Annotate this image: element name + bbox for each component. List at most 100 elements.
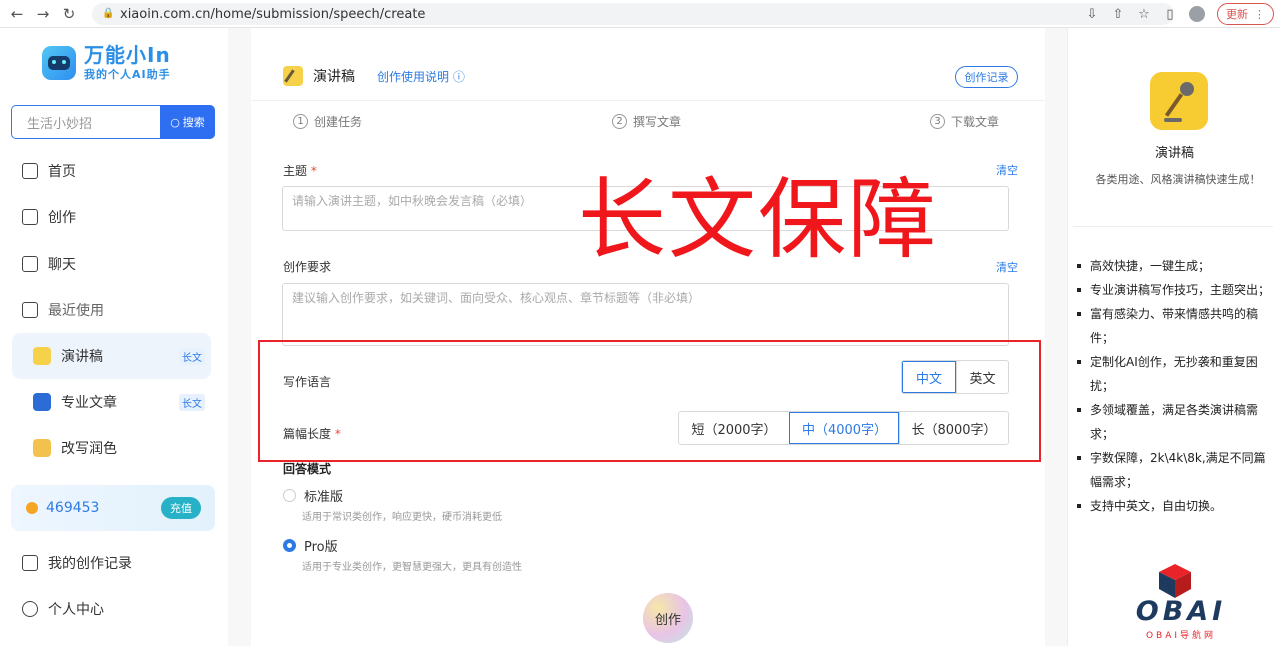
recent-item-speech[interactable]: 演讲稿 长文 <box>12 333 211 379</box>
long-text-badge: 长文 <box>179 347 205 365</box>
recharge-button[interactable]: 充值 <box>161 497 201 519</box>
main-area: 演讲稿 创作使用说明 ⓘ 创作记录 1 创建任务 2 撰写文章 3 下载文章 主… <box>228 28 1067 646</box>
info-subtitle: 各类用途、风格演讲稿快速生成！ <box>1095 173 1261 186</box>
install-icon[interactable]: ⇩ <box>1085 7 1099 22</box>
feature-list: 高效快捷，一键生成； 专业演讲稿写作技巧，主题突出； 富有感染力、带来情感共鸣的… <box>1076 254 1272 518</box>
recent-item-rewrite[interactable]: 改写润色 <box>12 425 211 471</box>
step-label: 创建任务 <box>314 115 363 129</box>
info-title: 演讲稿 <box>1154 146 1194 161</box>
mode-standard[interactable]: 标准版 <box>283 486 343 505</box>
obai-logo: OBAI OBAI导航网 <box>1126 562 1236 642</box>
mode-standard-desc: 适用于常识类创作，响应更快，硬币消耗更低 <box>302 512 502 523</box>
radio-pro[interactable] <box>283 539 296 552</box>
logo[interactable]: 万能小In 我的个人AI助手 <box>42 44 171 82</box>
brush-icon <box>33 439 51 457</box>
sidebar-item-label: 聊天 <box>48 257 76 273</box>
mode-title: 回答模式 <box>283 462 332 476</box>
forward-icon[interactable]: → <box>30 1 56 27</box>
menu-dots-icon: ⋮ <box>1254 7 1265 21</box>
step-number: 3 <box>930 114 945 129</box>
coin-balance: 469453 充值 <box>11 485 215 531</box>
sidebar-item-records[interactable]: 我的创作记录 <box>22 553 132 573</box>
records-icon <box>22 555 38 571</box>
coin-count: 469453 <box>46 500 100 516</box>
reload-icon[interactable]: ↻ <box>56 1 82 27</box>
chat-icon <box>22 256 38 272</box>
search-button-label: 搜索 <box>182 116 205 129</box>
help-link[interactable]: 创作使用说明 ⓘ <box>377 68 465 85</box>
sidebar-item-home[interactable]: 首页 <box>22 161 76 181</box>
radio-standard[interactable] <box>283 489 296 502</box>
address-bar[interactable]: 🔒 xiaoin.com.cn/home/submission/speech/c… <box>92 3 1174 25</box>
create-form-panel: 演讲稿 创作使用说明 ⓘ 创作记录 1 创建任务 2 撰写文章 3 下载文章 主… <box>251 28 1045 646</box>
create-button[interactable]: 创作 <box>643 593 693 643</box>
update-label: 更新 <box>1226 8 1248 21</box>
sidebar-item-label: 个人中心 <box>48 602 104 618</box>
microphone-icon <box>33 347 51 365</box>
profile-avatar[interactable] <box>1189 6 1205 22</box>
coin-icon <box>26 502 38 514</box>
highlight-frame <box>258 340 1041 462</box>
star-icon[interactable]: ☆ <box>1137 7 1151 22</box>
sidebar-item-label: 创作 <box>48 210 76 226</box>
long-text-badge: 长文 <box>179 393 205 411</box>
info-divider <box>1073 226 1273 227</box>
share-icon[interactable]: ⇧ <box>1111 7 1125 22</box>
step-number: 2 <box>612 114 627 129</box>
recent-item-label: 演讲稿 <box>61 349 103 365</box>
recent-item-label: 专业文章 <box>61 395 117 411</box>
step-label: 下载文章 <box>951 115 1000 129</box>
sidebar-item-create[interactable]: 创作 <box>22 207 76 227</box>
sidepanel-icon[interactable]: ▯ <box>1163 7 1177 22</box>
requirements-input[interactable]: 建议输入创作要求，如关键词、面向受众、核心观点、章节标题等（非必填） <box>282 283 1009 346</box>
feature-item: 多领域覆盖，满足各类演讲稿需求； <box>1076 398 1272 446</box>
recent-item-article[interactable]: 专业文章 长文 <box>12 379 211 425</box>
page-title: 演讲稿 <box>313 69 355 85</box>
edit-icon <box>22 209 38 225</box>
sidebar-item-label: 首页 <box>48 164 76 180</box>
topic-clear-button[interactable]: 清空 <box>996 162 1018 178</box>
back-icon[interactable]: ← <box>4 1 30 27</box>
step-3: 3 下载文章 <box>930 113 999 130</box>
brand-text: OBAI <box>1135 596 1227 627</box>
requirements-clear-button[interactable]: 清空 <box>996 259 1018 275</box>
step-number: 1 <box>293 114 308 129</box>
sidebar-item-recent[interactable]: 最近使用 <box>22 300 104 320</box>
update-button[interactable]: 更新 ⋮ <box>1217 3 1274 25</box>
mode-pro-desc: 适用于专业类创作，更智慧更强大，更具有创造性 <box>302 562 522 573</box>
search-input[interactable]: 生活小妙招 <box>11 105 160 139</box>
mode-pro[interactable]: Pro版 <box>283 536 338 555</box>
logo-title: 万能小In <box>84 43 171 67</box>
brand-subtext: OBAI导航网 <box>1145 631 1217 641</box>
microphone-icon <box>283 66 303 86</box>
records-button[interactable]: 创作记录 <box>955 66 1018 88</box>
topic-label-text: 主题 <box>283 164 308 178</box>
topic-label: 主题 * <box>283 162 317 179</box>
sidebar-item-chat[interactable]: 聊天 <box>22 254 76 274</box>
sidebar-item-label: 最近使用 <box>48 303 104 319</box>
sidebar-search: 生活小妙招 ○ 搜索 <box>11 105 215 139</box>
recent-icon <box>22 302 38 318</box>
step-label: 撰写文章 <box>633 115 682 129</box>
microphone-icon <box>1150 72 1208 130</box>
sidebar-item-label: 我的创作记录 <box>48 556 132 572</box>
step-2: 2 撰写文章 <box>612 113 681 130</box>
sidebar-item-profile[interactable]: 个人中心 <box>22 599 104 619</box>
watermark-text: 长文保障 <box>578 168 939 271</box>
feature-item: 定制化AI创作，无抄袭和重复困扰； <box>1076 350 1272 398</box>
mode-option-label: 标准版 <box>304 490 344 505</box>
feature-item: 高效快捷，一键生成； <box>1076 254 1272 278</box>
feature-item: 专业演讲稿写作技巧，主题突出； <box>1076 278 1272 302</box>
url-text: xiaoin.com.cn/home/submission/speech/cre… <box>120 6 426 22</box>
step-1: 1 创建任务 <box>293 113 362 130</box>
panel-header: 演讲稿 创作使用说明 ⓘ <box>283 66 465 86</box>
mode-option-label: Pro版 <box>304 540 338 555</box>
requirements-label: 创作要求 <box>283 260 332 274</box>
logo-subtitle: 我的个人AI助手 <box>84 68 171 81</box>
word-doc-icon <box>33 393 51 411</box>
required-mark: * <box>310 164 317 178</box>
search-button[interactable]: ○ 搜索 <box>160 105 215 139</box>
sidebar: 万能小In 我的个人AI助手 生活小妙招 ○ 搜索 首页 创作 聊天 最近使用 … <box>0 28 228 646</box>
browser-actions: ⇩ ⇧ ☆ ▯ 更新 ⋮ <box>1085 0 1280 28</box>
robot-logo-icon <box>42 46 76 80</box>
